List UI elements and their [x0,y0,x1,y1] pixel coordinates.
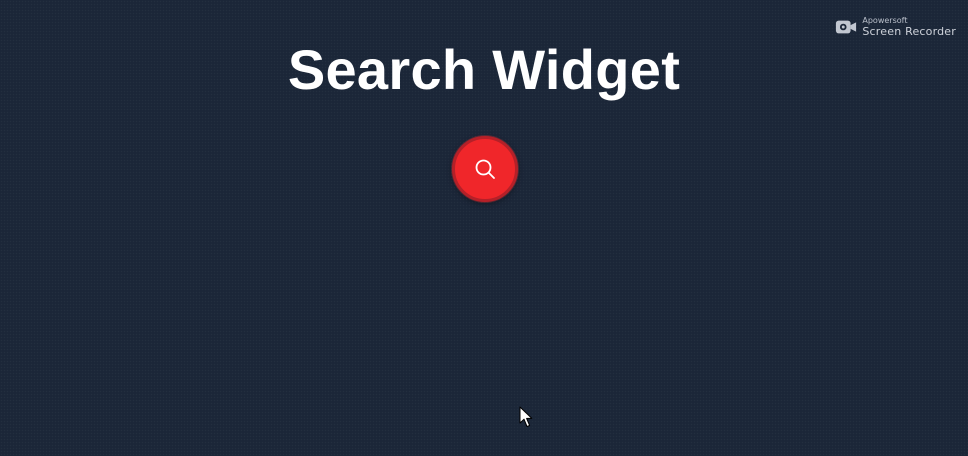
page-title: Search Widget [287,38,681,101]
search-button[interactable] [452,136,518,202]
watermark-brand: Apowersoft [862,16,908,25]
mouse-pointer-icon [519,406,533,427]
watermark-product: Screen Recorder [862,25,956,38]
search-icon [475,159,495,179]
watermark-text: Apowersoft Screen Recorder [862,16,956,38]
recorder-watermark: Apowersoft Screen Recorder [835,16,956,38]
camera-icon [836,20,857,34]
